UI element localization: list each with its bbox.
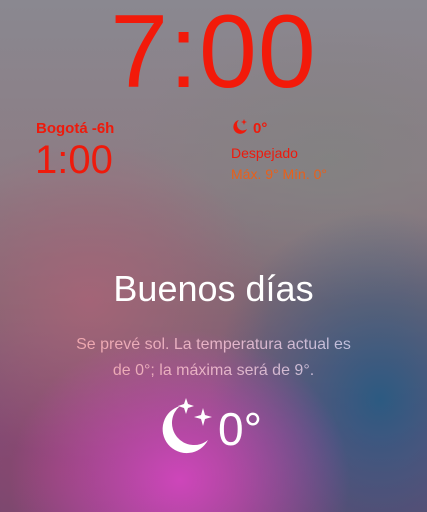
greeting-title: Buenos días [113,268,314,309]
weather-widget-header: 0° [231,118,327,139]
moon-stars-icon [150,396,216,461]
forecast-line-1: Se prevé sol. La temperatura actual es [76,336,351,353]
greeting-weather: 0° [150,396,262,461]
greeting-weather-temp: 0° [218,402,262,455]
moon-stars-icon [231,118,249,139]
weather-widget-condition: Despejado [231,145,298,161]
forecast-line-2: de 0°; la máxima será de 9°. [112,362,315,379]
lock-screen: { "clock": { "time": "7:00" }, "world_cl… [0,0,427,512]
forecast-summary: Se prevé sol. La temperatura actual es d… [0,332,427,384]
weather-widget[interactable]: 0° Despejado Máx. 9° Mín. 0° [231,118,328,182]
world-clock-time[interactable]: 1:00 [35,138,113,182]
weather-widget-range: Máx. 9° Mín. 0° [231,166,328,182]
world-clock-city: Bogotá -6h [36,120,115,137]
lock-screen-clock[interactable]: 7:00 [0,0,427,112]
weather-widget-temp: 0° [253,119,268,137]
